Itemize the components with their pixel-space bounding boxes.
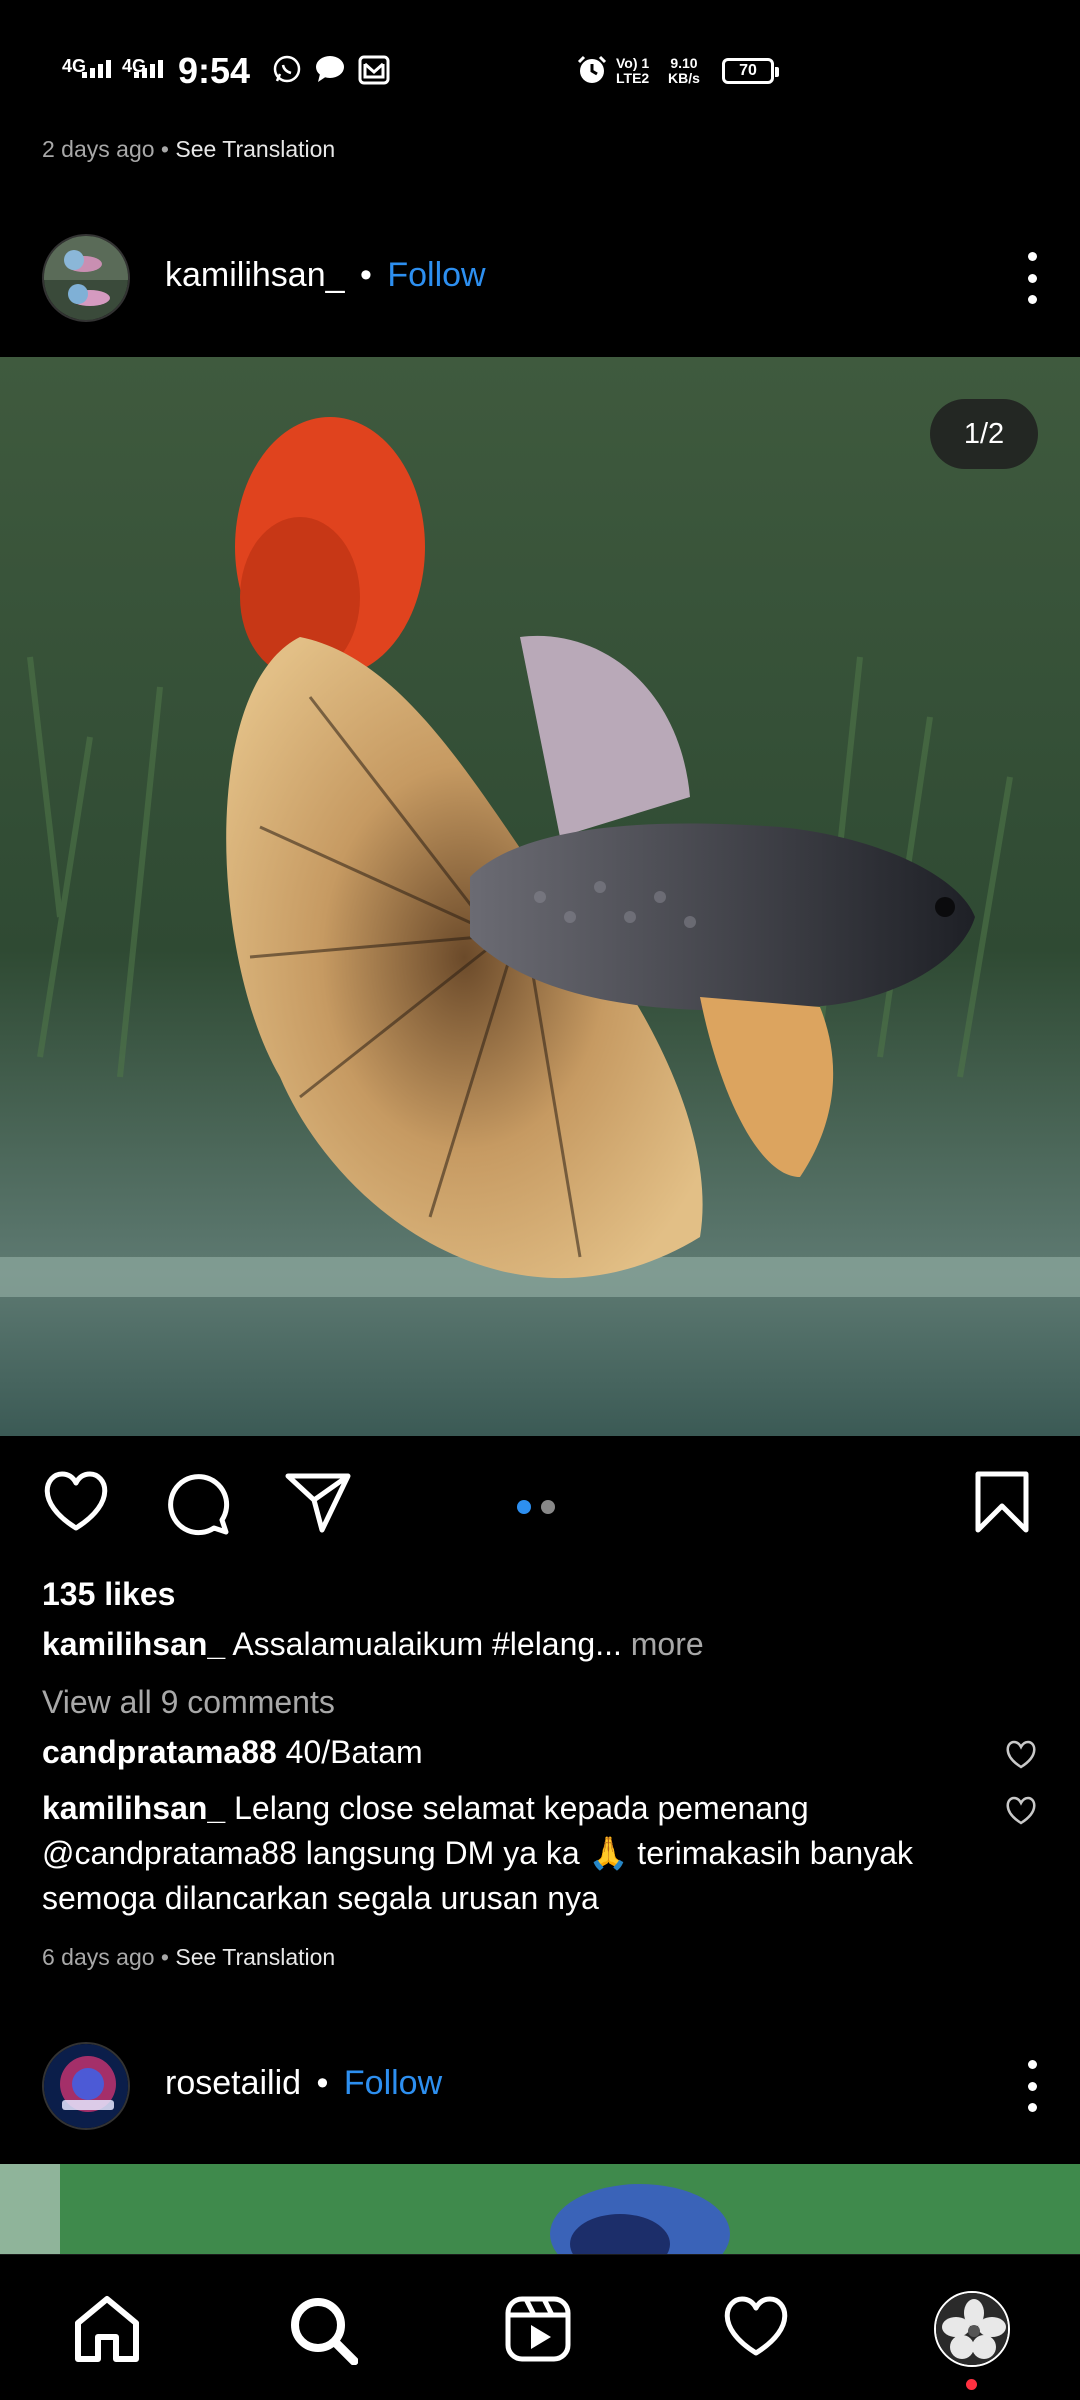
carousel-dots	[517, 1500, 555, 1514]
speed-unit: KB/s	[668, 70, 700, 86]
caption-text: Assalamualaikum #lelang	[232, 1626, 596, 1662]
post-image[interactable]: 1/2	[0, 357, 1080, 1436]
dot-icon	[1027, 252, 1037, 261]
like-count[interactable]: 135 likes	[42, 1576, 175, 1613]
volte-line-2: LTE2	[616, 70, 650, 86]
caption-username[interactable]: kamilihsan_	[42, 1626, 225, 1662]
gmail-icon	[358, 55, 390, 85]
dot-icon	[1027, 2103, 1037, 2112]
alarm-icon	[577, 55, 607, 83]
separator: •	[160, 1944, 169, 1970]
dot-icon	[1027, 2081, 1037, 2091]
post-caption: kamilihsan_ Assalamualaikum #lelang... m…	[42, 1626, 1042, 1663]
see-translation-link[interactable]: See Translation	[175, 1944, 335, 1970]
post-author-row: kamilihsan_ • Follow	[165, 256, 486, 295]
speed-indicator: 9.10 KB/s	[668, 56, 700, 86]
view-all-comments-link[interactable]: View all 9 comments	[42, 1684, 335, 1721]
timestamp: 6 days ago	[42, 1944, 155, 1970]
speed-value: 9.10	[670, 55, 698, 71]
message-icon	[316, 56, 344, 82]
caption-ellipsis: ...	[595, 1626, 622, 1662]
more-options-button[interactable]	[1012, 246, 1052, 310]
avatar[interactable]	[42, 234, 130, 322]
avatar[interactable]	[42, 2042, 130, 2130]
post-actions	[0, 1460, 1080, 1550]
comment-icon[interactable]	[164, 1470, 232, 1538]
comment-item: candpratama88 40/Batam	[42, 1730, 972, 1775]
clock: 9:54	[178, 50, 251, 91]
home-icon[interactable]	[72, 2295, 142, 2363]
bottom-navigation	[0, 2254, 1080, 2400]
image-counter-badge: 1/2	[930, 399, 1038, 469]
status-bar: 4G 4G 9:54 Vo) 1 LTE2 9.10 KB/s 70	[0, 0, 1080, 120]
dot-icon	[1027, 273, 1037, 283]
carousel-dot	[541, 1500, 555, 1514]
carousel-dot-active	[517, 1500, 531, 1514]
reels-icon[interactable]	[504, 2295, 572, 2363]
separator: •	[359, 256, 372, 294]
profile-avatar[interactable]	[934, 2291, 1010, 2367]
more-options-button[interactable]	[1012, 2054, 1052, 2118]
username[interactable]: kamilihsan_	[165, 256, 345, 294]
comment-item: kamilihsan_ Lelang close selamat kepada …	[42, 1786, 972, 1921]
timestamp: 2 days ago	[42, 136, 155, 162]
post-meta: 6 days ago • See Translation	[42, 1944, 335, 1971]
signal-icon	[134, 60, 163, 78]
previous-post-meta: 2 days ago • See Translation	[42, 136, 335, 163]
search-icon[interactable]	[288, 2295, 358, 2365]
caption-more-link[interactable]: more	[631, 1626, 704, 1662]
comment-text: 40/Batam	[285, 1734, 423, 1770]
separator: •	[316, 2064, 329, 2102]
next-post-image[interactable]	[0, 2164, 1080, 2254]
username[interactable]: rosetailid	[165, 2064, 301, 2102]
share-send-icon[interactable]	[284, 1470, 352, 1536]
betta-fish-photo	[0, 357, 1080, 1436]
volte-line-1: Vo) 1	[616, 55, 650, 71]
notification-dot	[966, 2379, 977, 2390]
comment-like-icon[interactable]	[1004, 1740, 1038, 1770]
next-post-header: rosetailid • Follow	[0, 2026, 1080, 2146]
whatsapp-icon	[273, 55, 301, 83]
comment-username[interactable]: candpratama88	[42, 1734, 277, 1770]
heart-icon[interactable]	[720, 2295, 792, 2359]
volte-indicator: Vo) 1 LTE2	[616, 56, 649, 86]
dot-icon	[1027, 2060, 1037, 2069]
follow-button[interactable]: Follow	[387, 256, 485, 294]
follow-button[interactable]: Follow	[344, 2064, 442, 2102]
dot-icon	[1027, 295, 1037, 304]
post-author-row: rosetailid • Follow	[165, 2064, 442, 2103]
battery-icon: 70	[722, 58, 779, 84]
like-heart-icon[interactable]	[40, 1470, 112, 1534]
signal-icon	[82, 60, 111, 78]
comment-like-icon[interactable]	[1004, 1796, 1038, 1826]
separator: •	[160, 136, 169, 162]
post-header: kamilihsan_ • Follow	[0, 218, 1080, 338]
comment-username[interactable]: kamilihsan_	[42, 1790, 225, 1826]
see-translation-link[interactable]: See Translation	[175, 136, 335, 162]
bookmark-icon[interactable]	[974, 1470, 1030, 1534]
